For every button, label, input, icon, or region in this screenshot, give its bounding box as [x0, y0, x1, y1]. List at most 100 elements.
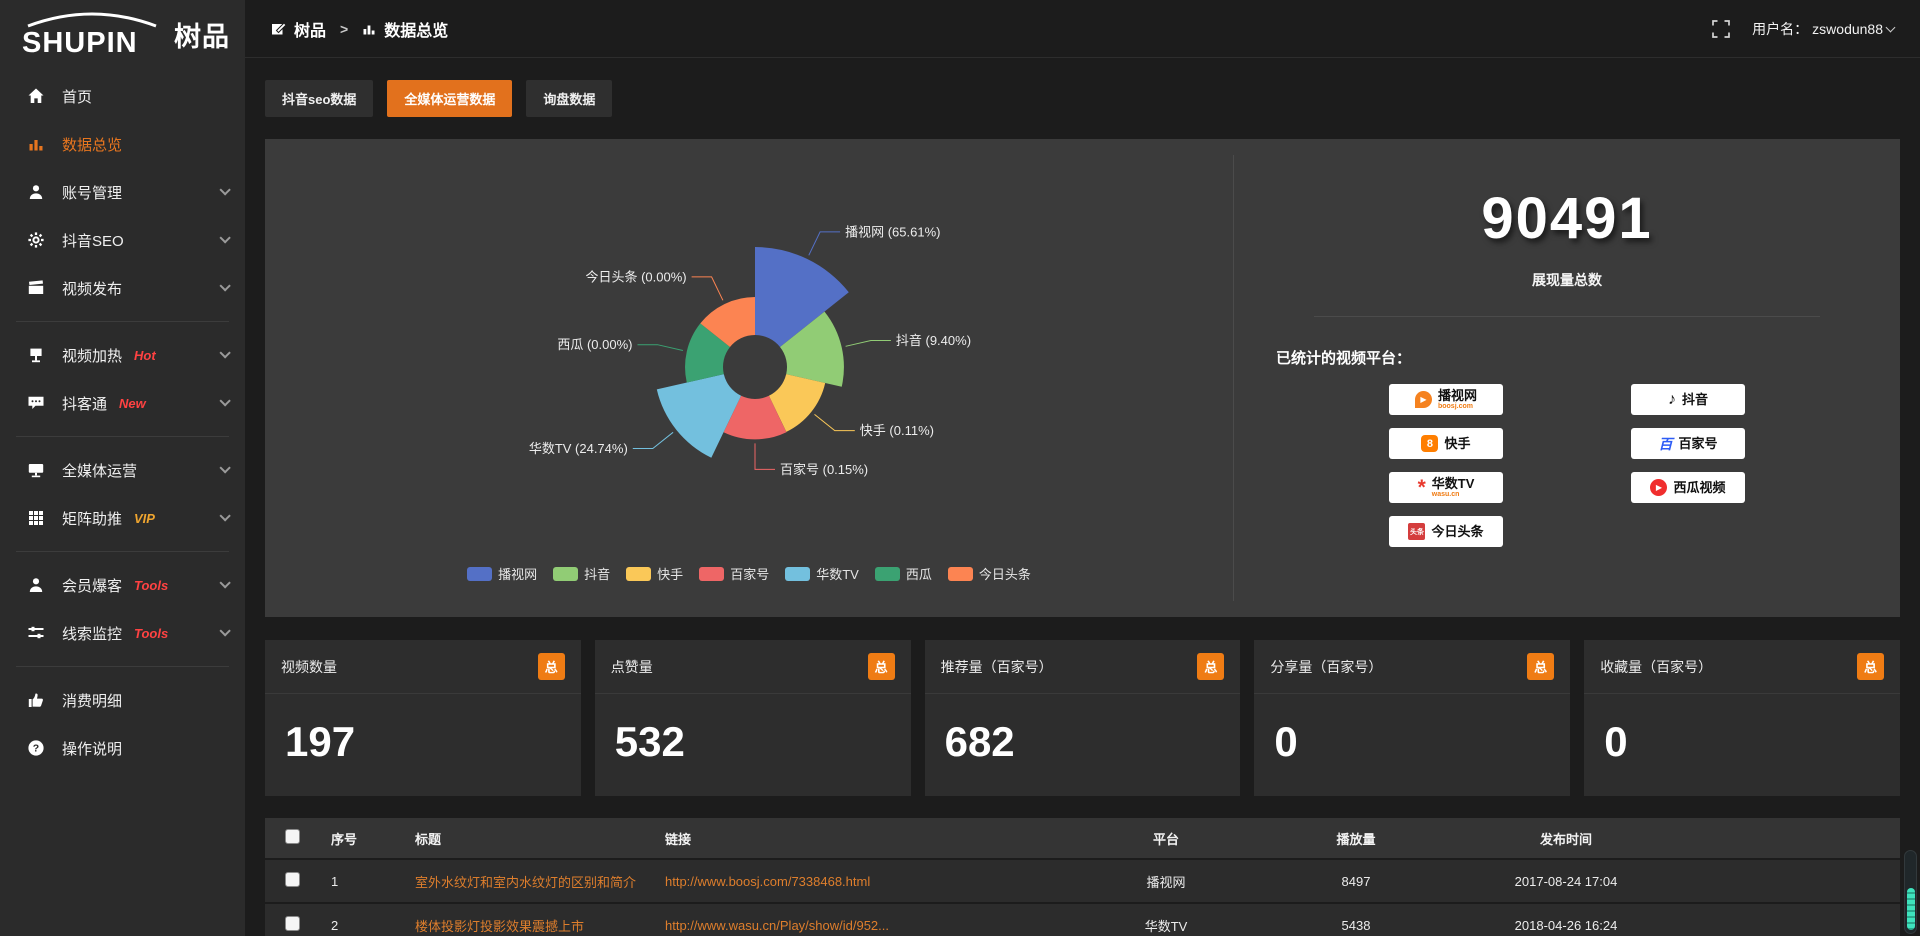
legend-item-华数TV[interactable]: 华数TV — [785, 564, 859, 583]
sidebar-item-label: 抖音SEO — [62, 230, 124, 251]
col-plays: 播放量 — [1261, 829, 1451, 848]
toutiao-logo-icon: 头条 — [1408, 523, 1425, 540]
legend-item-西瓜[interactable]: 西瓜 — [875, 564, 932, 583]
summary-divider — [1314, 316, 1820, 317]
tab-douyin-seo[interactable]: 抖音seo数据 — [265, 80, 373, 117]
sidebar-item-help[interactable]: ? 操作说明 — [0, 724, 245, 772]
platform-badge-name: 快手 — [1444, 437, 1470, 450]
select-all-checkbox[interactable] — [285, 829, 300, 844]
cell-plays: 8497 — [1261, 874, 1451, 889]
gear-icon — [26, 231, 46, 249]
sidebar-item-data-overview[interactable]: 数据总览 — [0, 120, 245, 168]
overview-panel: 播视网 (65.61%)抖音 (9.40%)快手 (0.11%)百家号 (0.1… — [265, 139, 1900, 617]
breadcrumb-current[interactable]: 数据总览 — [384, 17, 448, 41]
douyin-logo-icon: ♪ — [1668, 391, 1676, 409]
sidebar-divider — [16, 436, 229, 437]
pie-leader-line — [692, 277, 723, 300]
legend-label: 快手 — [657, 564, 683, 583]
bar-chart-icon — [26, 135, 46, 153]
table-row: 2 楼体投影灯投影效果震撼上市 http://www.wasu.cn/Play/… — [265, 904, 1900, 936]
row-checkbox[interactable] — [285, 872, 300, 887]
total-badge[interactable]: 总 — [1527, 653, 1554, 680]
card-value: 532 — [595, 694, 911, 796]
scrollbar-thumb[interactable] — [1907, 888, 1915, 930]
main-content: 抖音seo数据 全媒体运营数据 询盘数据 播视网 (65.61%)抖音 (9.4… — [245, 0, 1920, 936]
svg-text:?: ? — [33, 743, 39, 755]
kuaishou-logo-icon: 8 — [1421, 435, 1438, 452]
cell-seq: 2 — [317, 918, 401, 933]
video-url-link[interactable]: http://www.wasu.cn/Play/show/id/952... — [665, 918, 889, 933]
table-row: 1 室外水纹灯和室内水纹灯的区别和简介 http://www.boosj.com… — [265, 860, 1900, 902]
sidebar-item-video-publish[interactable]: 视频发布 — [0, 264, 245, 312]
legend-item-今日头条[interactable]: 今日头条 — [948, 564, 1031, 583]
cell-platform: 华数TV — [1071, 916, 1261, 935]
card-value: 0 — [1584, 694, 1900, 796]
legend-label: 华数TV — [816, 564, 859, 583]
wasu-logo-icon: * — [1418, 479, 1426, 496]
sidebar-item-account[interactable]: 账号管理 — [0, 168, 245, 216]
row-checkbox[interactable] — [285, 916, 300, 931]
legend-swatch — [699, 567, 724, 581]
video-title-link[interactable]: 楼体投影灯投影效果震撼上市 — [415, 919, 584, 934]
pie-leader-line — [809, 232, 840, 255]
total-impressions-value: 90491 — [1234, 185, 1900, 252]
data-tabs: 抖音seo数据 全媒体运营数据 询盘数据 — [265, 80, 1900, 117]
legend-item-百家号[interactable]: 百家号 — [699, 564, 769, 583]
platform-badge-boosj: ▶播视网boosj.com — [1389, 384, 1503, 415]
user-menu[interactable]: 用户名： zswodun88 — [1752, 19, 1894, 39]
breadcrumb-root[interactable]: 树品 — [294, 17, 326, 41]
video-title-link[interactable]: 室外水纹灯和室内水纹灯的区别和简介 — [415, 875, 636, 890]
video-url-link[interactable]: http://www.boosj.com/7338468.html — [665, 874, 870, 889]
legend-label: 抖音 — [584, 564, 610, 583]
sidebar-nav: 首页 数据总览 账号管理 抖音SEO 视频发布 — [0, 64, 245, 772]
card-value: 682 — [925, 694, 1241, 796]
card-value: 0 — [1254, 694, 1570, 796]
thumbs-up-icon — [26, 691, 46, 709]
stat-card-shares: 分享量（百家号） 总 0 — [1254, 640, 1570, 796]
xigua-logo-icon: ▶ — [1650, 479, 1667, 496]
sidebar-item-lead-monitor[interactable]: 线索监控 Tools — [0, 609, 245, 657]
stat-cards: 视频数量 总 197 点赞量 总 532 推荐量（百家号） 总 682 分享量（… — [265, 640, 1900, 796]
baijiahao-logo-icon: 百 — [1658, 434, 1672, 454]
sidebar-item-label: 会员爆客 — [62, 575, 122, 596]
breadcrumb-separator: > — [340, 21, 348, 37]
chevron-down-icon — [219, 184, 230, 195]
platform-badge-name: 抖音 — [1682, 393, 1708, 406]
fullscreen-icon[interactable] — [1712, 20, 1730, 38]
sidebar-item-label: 视频发布 — [62, 278, 122, 299]
card-title: 收藏量（百家号） — [1600, 657, 1712, 677]
total-badge[interactable]: 总 — [538, 653, 565, 680]
sidebar-item-home[interactable]: 首页 — [0, 72, 245, 120]
legend-swatch — [785, 567, 810, 581]
platform-badge-baijiahao: 百百家号 — [1631, 428, 1745, 459]
pie-label-华数TV: 华数TV (24.74%) — [529, 441, 628, 456]
tab-omnimedia-data[interactable]: 全媒体运营数据 — [387, 80, 512, 117]
pie-label-快手: 快手 (0.11%) — [860, 423, 934, 438]
sidebar-item-matrix-boost[interactable]: 矩阵助推 VIP — [0, 494, 245, 542]
sidebar: SHUPIN 树品 首页 数据总览 账号管理 抖音SEO — [0, 0, 245, 936]
legend-item-快手[interactable]: 快手 — [626, 564, 683, 583]
legend-item-播视网[interactable]: 播视网 — [467, 564, 537, 583]
legend-swatch — [553, 567, 578, 581]
rose-chart-area: 播视网 (65.61%)抖音 (9.40%)快手 (0.11%)百家号 (0.1… — [265, 139, 1233, 617]
pie-slice-华数TV[interactable] — [657, 374, 741, 458]
total-badge[interactable]: 总 — [868, 653, 895, 680]
platform-badge-kuaishou: 8 快手 — [1389, 428, 1503, 459]
pie-label-百家号: 百家号 (0.15%) — [780, 462, 868, 477]
sidebar-item-video-heat[interactable]: 视频加热 Hot — [0, 331, 245, 379]
sidebar-item-spending-detail[interactable]: 消费明细 — [0, 676, 245, 724]
platform-badge-name: 西瓜视频 — [1673, 481, 1725, 494]
sidebar-item-douyin-seo[interactable]: 抖音SEO — [0, 216, 245, 264]
doc-pen-icon — [271, 21, 286, 36]
sidebar-item-omnimedia[interactable]: 全媒体运营 — [0, 446, 245, 494]
sidebar-item-doukertong[interactable]: 抖客通 New — [0, 379, 245, 427]
tab-inquiry-data[interactable]: 询盘数据 — [526, 80, 612, 117]
sidebar-item-label: 数据总览 — [62, 134, 122, 155]
chat-bubble-icon — [26, 394, 46, 412]
total-impressions-label: 展现量总数 — [1234, 270, 1900, 290]
legend-item-抖音[interactable]: 抖音 — [553, 564, 610, 583]
total-badge[interactable]: 总 — [1197, 653, 1224, 680]
total-badge[interactable]: 总 — [1857, 653, 1884, 680]
question-circle-icon: ? — [26, 739, 46, 757]
sidebar-item-member-burst[interactable]: 会员爆客 Tools — [0, 561, 245, 609]
